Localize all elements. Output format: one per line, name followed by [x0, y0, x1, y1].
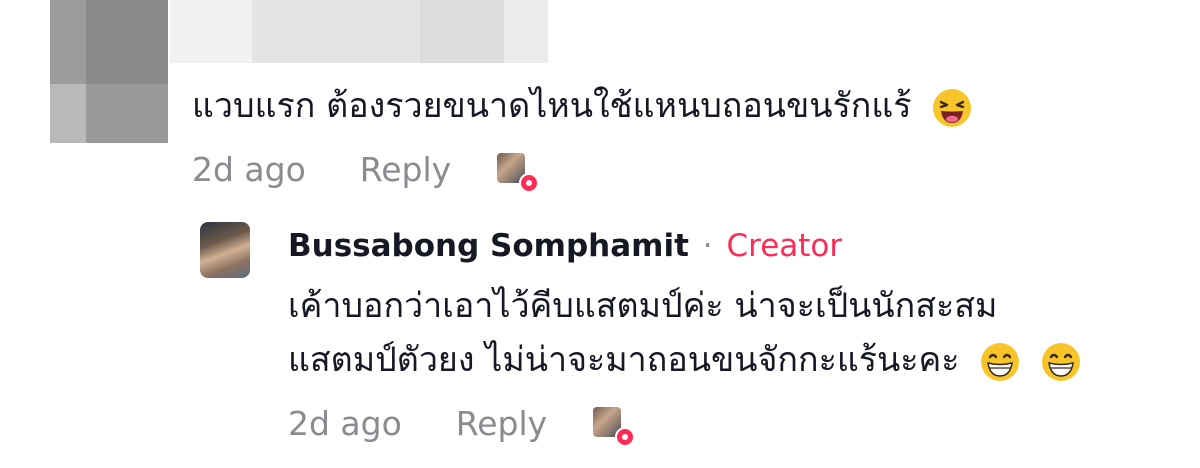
- comment-timestamp: 2d ago: [192, 150, 306, 189]
- comment-reply-button[interactable]: Reply: [360, 150, 451, 189]
- reply-text-line-1: เค้าบอกว่าเอาไว้คีบแสตมป์ค่ะ น่าจะเป็นนั…: [288, 278, 997, 334]
- creator-liked-indicator: [497, 152, 540, 193]
- grinning-face-emoji-icon: [1042, 342, 1081, 381]
- comment-text: แวบแรก ต้องรวยขนาดไหนใช้แหนบถอนขนรักแร้: [192, 78, 972, 134]
- comment-meta: 2d ago Reply: [192, 150, 540, 193]
- reply-text-line-1-content: เค้าบอกว่าเอาไว้คีบแสตมป์ค่ะ น่าจะเป็นนั…: [288, 286, 998, 326]
- grinning-face-emoji-icon: [981, 342, 1020, 381]
- reply-timestamp: 2d ago: [288, 404, 402, 443]
- creator-badge: Creator: [726, 228, 843, 264]
- heart-icon: [519, 172, 540, 193]
- reply-text-line-2: แสตมป์ตัวยง ไม่น่าจะมาถอนขนจักกะแร้นะคะ: [288, 332, 1081, 388]
- laughing-face-emoji-icon: [933, 88, 972, 127]
- reply-text-line-2-content: แสตมป์ตัวยง ไม่น่าจะมาถอนขนจักกะแร้นะคะ: [288, 340, 960, 380]
- comment-text-content: แวบแรก ต้องรวยขนาดไหนใช้แหนบถอนขนรักแร้: [192, 86, 912, 126]
- reply-author-name[interactable]: Bussabong Somphamit: [288, 228, 689, 264]
- heart-icon: [615, 426, 636, 447]
- reply-separator: ·: [702, 228, 713, 264]
- reply-meta: 2d ago Reply: [288, 404, 636, 447]
- commenter-avatar-blurred[interactable]: [50, 0, 168, 143]
- commenter-name-blurred[interactable]: [170, 0, 548, 63]
- creator-liked-indicator: [593, 406, 636, 447]
- creator-avatar[interactable]: [200, 222, 250, 278]
- reply-header: Bussabong Somphamit · Creator: [288, 224, 842, 268]
- reply-reply-button[interactable]: Reply: [456, 404, 547, 443]
